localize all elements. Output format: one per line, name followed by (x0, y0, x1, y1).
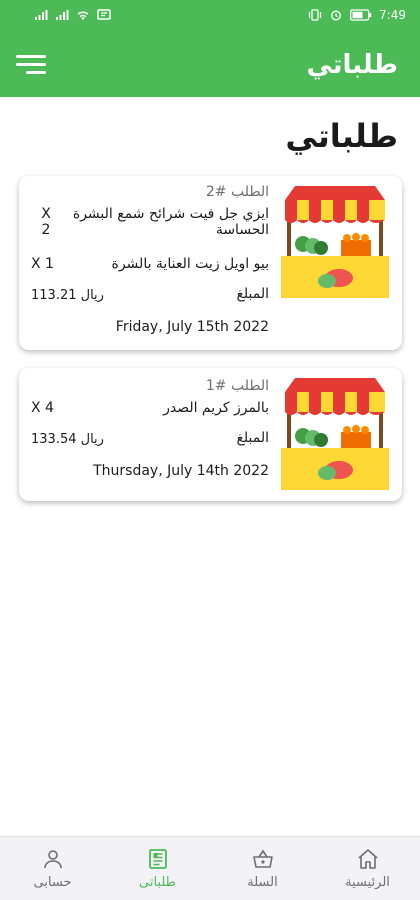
nav-item-account[interactable]: حسابى (0, 837, 105, 900)
order-item-name: بالمرز كريم الصدر (163, 400, 269, 416)
order-item-qty: X 2 (31, 206, 61, 238)
hamburger-menu-icon[interactable] (16, 55, 46, 77)
order-amount: 113.21 ريال (31, 288, 104, 303)
menu-line (26, 71, 46, 74)
order-item-name-line: الحساسة (215, 222, 269, 238)
battery-icon (350, 9, 372, 21)
signal-icon (56, 10, 69, 20)
home-icon (358, 849, 378, 869)
order-item-name: ايزي جل فيت شرائح شمع البشرة الحساسة (73, 206, 269, 238)
message-icon (97, 9, 111, 20)
market-stall-icon (281, 186, 389, 298)
orders-document-icon (149, 849, 167, 869)
wifi-icon (77, 11, 89, 20)
order-item-name-line: ايزي جل فيت شرائح شمع البشرة (72, 206, 269, 222)
amount-label: المبلغ (236, 286, 269, 302)
status-time: 7:49 (379, 8, 406, 22)
basket-icon (253, 849, 273, 868)
order-item-qty-line: 2 (41, 222, 51, 238)
nav-item-home[interactable]: الرئيسية (315, 837, 420, 900)
order-number: الطلب #1 (205, 378, 269, 394)
status-left-icons (34, 9, 111, 21)
order-item-qty-line: X (41, 206, 51, 222)
vibrate-icon (308, 9, 322, 21)
nav-label: الرئيسية (345, 875, 390, 890)
nav-label: حسابى (33, 875, 72, 890)
person-icon (44, 850, 62, 869)
app-screen: 7:49 طلباتي طلباتي الطلب #2 ايزي جل فيت … (0, 0, 420, 900)
order-card[interactable]: الطلب #1 بالمرز كريم الصدر X 4 المبلغ 13… (19, 368, 402, 501)
page-title: طلباتي (285, 117, 398, 155)
nav-item-orders[interactable]: طلباتى (105, 837, 210, 900)
amount-label: المبلغ (236, 430, 269, 446)
order-item-name: بيو اويل زيت العناية بالشرة (111, 256, 270, 272)
nav-label: السلة (247, 875, 278, 890)
menu-line (16, 63, 46, 66)
status-right-icons: 7:49 (308, 8, 406, 22)
status-bar: 7:49 (0, 0, 420, 32)
order-number: الطلب #2 (205, 184, 269, 200)
nav-label: طلباتى (139, 875, 176, 890)
order-date: Thursday, July 14th 2022 (93, 463, 269, 479)
market-stall-icon (281, 378, 389, 490)
order-item-qty: X 1 (31, 256, 54, 272)
menu-line (16, 55, 46, 58)
order-date: Friday, July 15th 2022 (115, 319, 269, 335)
bottom-nav: حسابى طلباتى السلة الرئيسية (0, 836, 420, 900)
header-title: طلباتي (306, 50, 398, 80)
order-item-qty: X 4 (31, 400, 54, 416)
signal-icon (35, 10, 48, 20)
order-card[interactable]: الطلب #2 ايزي جل فيت شرائح شمع البشرة ال… (19, 176, 402, 350)
nav-item-cart[interactable]: السلة (210, 837, 315, 900)
app-header: 7:49 طلباتي (0, 0, 420, 97)
alarm-icon (331, 10, 341, 21)
order-amount: 133.54 ريال (31, 432, 104, 447)
